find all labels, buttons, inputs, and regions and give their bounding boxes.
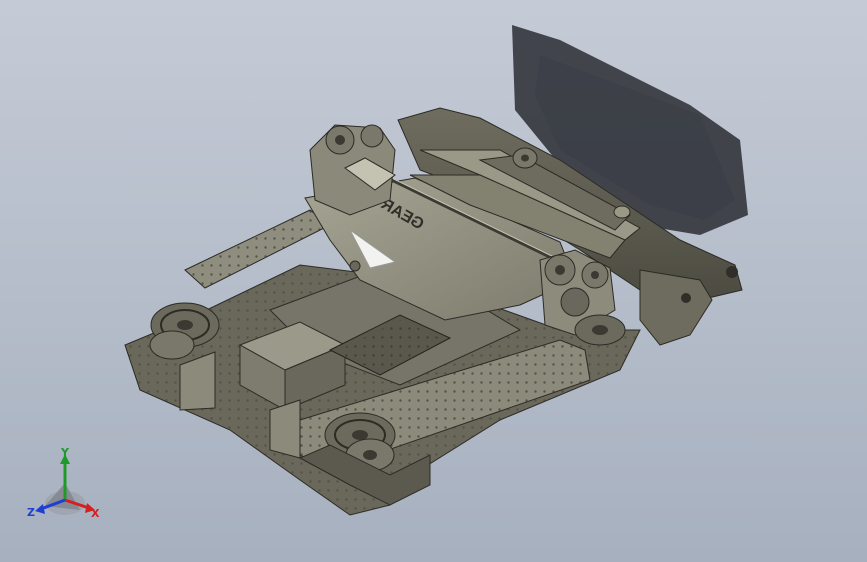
side-mount-hole — [681, 293, 691, 303]
rear-gear-hub — [335, 135, 345, 145]
wheel-front-right — [574, 314, 626, 346]
rear-sprocket — [360, 124, 384, 148]
side-mount-hole — [726, 266, 738, 278]
triad-y-label: Y — [60, 448, 70, 459]
front-sprocket-hub — [591, 271, 599, 279]
bracket-bolt — [349, 260, 361, 272]
side-mount-bracket — [639, 269, 713, 346]
pulley — [613, 205, 631, 219]
triad-z-arrow — [35, 504, 45, 514]
graphics-viewport[interactable]: GEAR RUNNER — [0, 0, 867, 562]
roller-end-hub — [521, 154, 529, 162]
triad-x-label: X — [91, 507, 100, 520]
cad-model-scene[interactable]: GEAR RUNNER — [0, 0, 867, 562]
front-corner-block — [269, 399, 301, 459]
triad-z-label: Z — [27, 506, 35, 519]
front-tower-gear — [560, 287, 590, 317]
front-gear-hub — [555, 265, 565, 275]
orientation-triad[interactable]: Y X Z — [25, 448, 105, 523]
wheel-rear-left-lower — [149, 330, 195, 360]
